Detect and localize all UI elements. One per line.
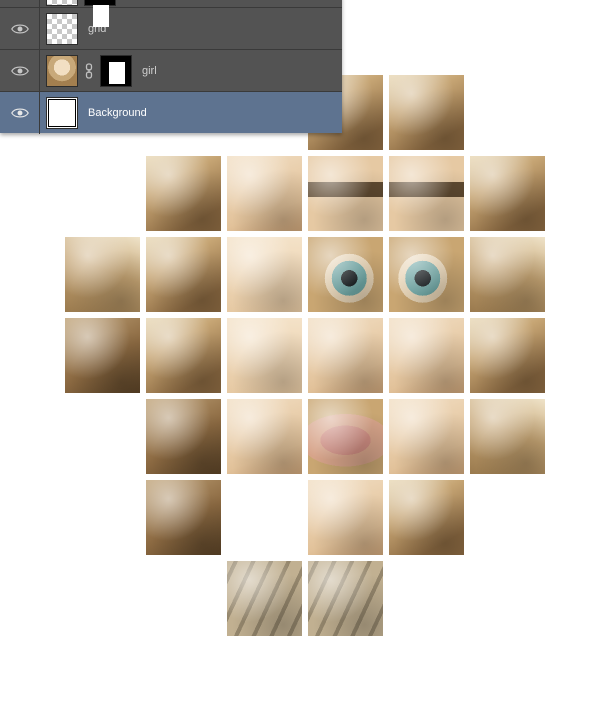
layer-row[interactable]: grid (0, 7, 342, 49)
mosaic-tile (227, 399, 302, 474)
mosaic-tile (227, 156, 302, 231)
mosaic-tile (146, 237, 221, 312)
mosaic-tile (308, 237, 383, 312)
visibility-toggle[interactable] (0, 0, 40, 8)
mosaic-tile (389, 480, 464, 555)
mosaic-tile (227, 237, 302, 312)
mosaic-tile (389, 318, 464, 393)
mosaic-tile (65, 237, 140, 312)
layer-thumbnail[interactable] (46, 97, 78, 129)
layer-mask-thumbnail[interactable] (84, 0, 116, 6)
layer-thumbnail[interactable] (46, 55, 78, 87)
mosaic-tile (470, 399, 545, 474)
eye-icon (11, 65, 29, 77)
layer-link-icon[interactable] (84, 63, 94, 79)
mosaic-tile (389, 156, 464, 231)
layer-name[interactable]: Background (84, 107, 147, 119)
layer-name[interactable]: girl (138, 65, 157, 77)
mosaic-tile (389, 399, 464, 474)
visibility-toggle[interactable] (0, 8, 40, 50)
mosaic-tile (389, 75, 464, 150)
mosaic-tile (227, 561, 302, 636)
mosaic-tile (146, 318, 221, 393)
layer-row[interactable]: girl (0, 49, 342, 91)
mosaic-tile (65, 318, 140, 393)
eye-icon (11, 23, 29, 35)
layer-row[interactable] (0, 0, 342, 7)
mosaic-tile (146, 156, 221, 231)
mosaic-tile (227, 318, 302, 393)
layer-row[interactable]: Background (0, 91, 342, 133)
mosaic-tile (470, 318, 545, 393)
mosaic-tile (308, 318, 383, 393)
mosaic-tile (389, 237, 464, 312)
layer-mask-thumbnail[interactable] (100, 55, 132, 87)
mosaic-tile (470, 156, 545, 231)
mosaic-tile (146, 399, 221, 474)
mosaic-tile (308, 399, 383, 474)
layers-panel[interactable]: grid girl (0, 0, 342, 133)
mosaic-tile (308, 561, 383, 636)
mosaic-tile (308, 156, 383, 231)
mosaic-tile (470, 237, 545, 312)
mosaic-tile (308, 480, 383, 555)
mosaic-tile (146, 480, 221, 555)
layer-thumbnail[interactable] (46, 13, 78, 45)
visibility-toggle[interactable] (0, 50, 40, 92)
visibility-toggle[interactable] (0, 92, 40, 134)
layer-thumbnail[interactable] (46, 0, 78, 6)
eye-icon (11, 107, 29, 119)
